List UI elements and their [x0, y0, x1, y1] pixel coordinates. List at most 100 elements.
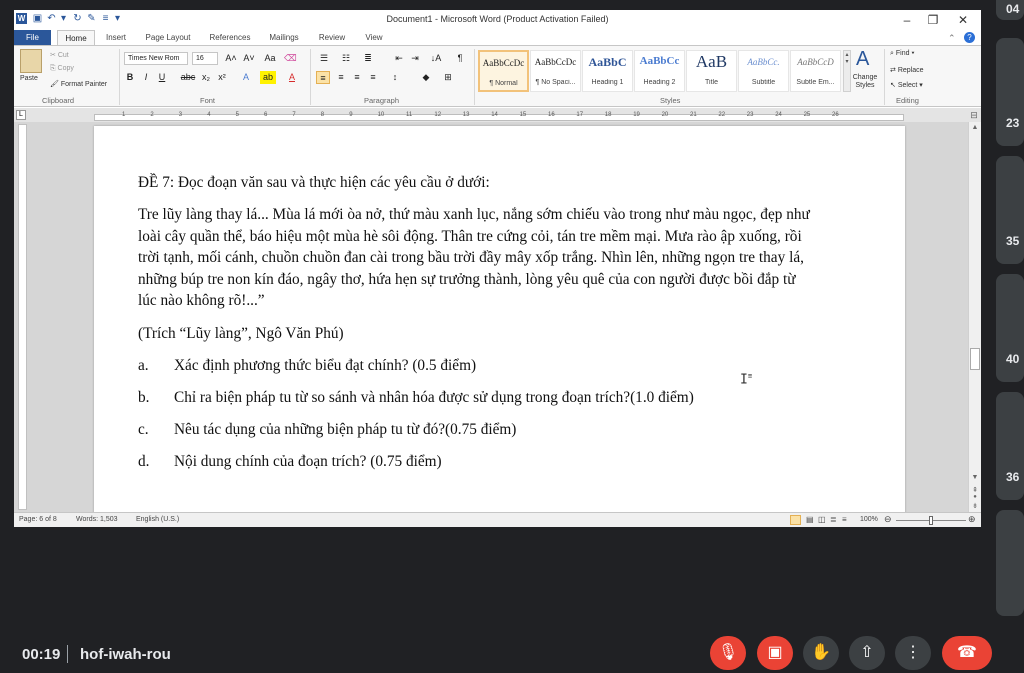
style-normal[interactable]: AaBbCcDc ¶ Normal: [478, 50, 529, 92]
clear-formatting-icon[interactable]: ⌫: [284, 52, 297, 65]
borders-icon[interactable]: ⊞: [440, 71, 456, 84]
tab-insert[interactable]: Insert: [100, 30, 132, 46]
highlight-button[interactable]: ab: [260, 71, 276, 84]
page-count[interactable]: Page: 6 of 8: [19, 516, 57, 523]
shrink-font-button[interactable]: A˅: [242, 52, 256, 65]
font-name-box[interactable]: Times New Rom: [124, 52, 188, 65]
camera-off-icon[interactable]: ▣: [757, 636, 793, 670]
sort-button[interactable]: ↓A: [428, 52, 444, 65]
line-spacing-icon[interactable]: ↕: [388, 71, 402, 84]
participant-tile[interactable]: 35: [996, 156, 1024, 264]
clipboard-icon[interactable]: [20, 49, 42, 73]
print-layout-view-icon[interactable]: [790, 515, 801, 525]
zoom-in-icon[interactable]: ⊕: [968, 514, 976, 525]
word-count[interactable]: Words: 1,503: [76, 516, 118, 523]
minimize-button[interactable]: –: [894, 12, 920, 28]
draft-view-icon[interactable]: ≡: [842, 515, 847, 524]
tab-file[interactable]: File: [14, 30, 51, 46]
justify-icon[interactable]: ≡: [366, 71, 380, 84]
style-subtle-emphasis[interactable]: AaBbCcD Subtle Em...: [790, 50, 841, 92]
find-button[interactable]: ⌕ Find ▾: [890, 50, 914, 58]
paste-button[interactable]: Paste: [20, 75, 38, 82]
decrease-indent-icon[interactable]: ⇤: [392, 52, 406, 65]
format-painter-button[interactable]: 🖌 Format Painter: [50, 80, 107, 88]
zoom-level[interactable]: 100%: [860, 516, 878, 523]
previous-page-icon[interactable]: ⇞: [970, 486, 980, 494]
more-options-icon[interactable]: ⋮: [895, 636, 931, 670]
ruler-number: 26: [832, 112, 839, 118]
cut-label: Cut: [57, 52, 69, 59]
show-marks-button[interactable]: ¶: [454, 52, 466, 65]
replace-button[interactable]: ⇄ Replace: [890, 66, 924, 74]
full-screen-view-icon[interactable]: ▤: [806, 515, 814, 524]
italic-button[interactable]: I: [140, 71, 152, 84]
style-heading-1[interactable]: AaBbC Heading 1: [582, 50, 633, 92]
question-text: Nội dung chính của đoạn trích? (0.75 điể…: [174, 453, 442, 470]
tab-review[interactable]: Review: [314, 30, 350, 46]
scroll-up-icon[interactable]: ▲: [970, 124, 980, 134]
restore-button[interactable]: ❐: [920, 12, 946, 28]
tile-label: 23: [1006, 116, 1020, 130]
copy-button[interactable]: ⎘ Copy: [50, 65, 74, 73]
change-styles-button[interactable]: Change Styles: [850, 74, 880, 90]
text-effects-icon[interactable]: A: [240, 71, 252, 84]
zoom-slider-thumb[interactable]: [929, 516, 933, 525]
raise-hand-icon[interactable]: ✋: [803, 636, 839, 670]
vertical-ruler: [18, 124, 27, 510]
tab-selector-icon[interactable]: L: [16, 110, 26, 120]
grow-font-button[interactable]: A˄: [224, 52, 238, 65]
participant-tile[interactable]: 23: [996, 38, 1024, 146]
change-case-button[interactable]: Aa: [262, 52, 278, 65]
participant-tile[interactable]: 04: [996, 0, 1024, 20]
numbering-icon[interactable]: ☷: [338, 52, 354, 65]
zoom-out-icon[interactable]: ⊖: [884, 514, 892, 525]
present-screen-icon[interactable]: ⇧: [849, 636, 885, 670]
participant-tile[interactable]: 36: [996, 392, 1024, 500]
select-button[interactable]: ↖ Select ▾: [890, 81, 923, 89]
align-center-icon[interactable]: ≡: [334, 71, 348, 84]
align-right-icon[interactable]: ≡: [350, 71, 364, 84]
leave-call-icon[interactable]: ☎: [942, 636, 992, 670]
browse-object-icon[interactable]: ●: [970, 494, 980, 502]
ruler-number: 24: [775, 112, 782, 118]
participant-tile[interactable]: 40: [996, 274, 1024, 382]
mic-off-icon[interactable]: 🎙: [710, 636, 746, 670]
cut-button[interactable]: ✂ Cut: [50, 51, 69, 59]
tab-mailings[interactable]: Mailings: [264, 30, 304, 46]
underline-button[interactable]: U: [156, 71, 168, 84]
tab-page-layout[interactable]: Page Layout: [140, 30, 196, 46]
font-color-button[interactable]: A: [286, 71, 298, 84]
style-no-spacing[interactable]: AaBbCcDc ¶ No Spaci...: [530, 50, 581, 92]
tab-home[interactable]: Home: [57, 30, 95, 46]
shading-icon[interactable]: ◆: [418, 71, 434, 84]
close-button[interactable]: ✕: [950, 12, 976, 28]
scroll-down-icon[interactable]: ▼: [970, 474, 980, 484]
language-indicator[interactable]: English (U.S.): [136, 516, 179, 523]
font-size-box[interactable]: 16: [192, 52, 218, 65]
next-page-icon[interactable]: ⇟: [970, 502, 980, 510]
tab-view[interactable]: View: [360, 30, 388, 46]
bold-button[interactable]: B: [124, 71, 136, 84]
change-styles-icon[interactable]: A: [856, 48, 869, 71]
increase-indent-icon[interactable]: ⇥: [408, 52, 422, 65]
tab-references[interactable]: References: [204, 30, 256, 46]
participant-tile[interactable]: [996, 510, 1024, 616]
bullets-icon[interactable]: ☰: [316, 52, 332, 65]
document-page[interactable]: ĐỀ 7: Đọc đoạn văn sau và thực hiện các …: [94, 126, 905, 518]
style-title[interactable]: AaB Title: [686, 50, 737, 92]
superscript-button[interactable]: x²: [216, 71, 228, 84]
view-ruler-icon[interactable]: ⊟: [968, 110, 980, 121]
scroll-thumb[interactable]: [970, 348, 980, 370]
help-icon[interactable]: ?: [964, 32, 975, 43]
web-layout-view-icon[interactable]: ◫: [818, 515, 826, 524]
outline-view-icon[interactable]: ≣: [830, 515, 837, 524]
subscript-button[interactable]: x₂: [200, 71, 212, 84]
minimize-ribbon-icon[interactable]: ⌃: [948, 33, 956, 44]
multilevel-list-icon[interactable]: ≣: [360, 52, 376, 65]
vertical-scrollbar[interactable]: ▲ ▼ ⇞ ● ⇟: [968, 122, 981, 512]
align-left-icon[interactable]: ≡: [316, 71, 330, 84]
style-subtitle[interactable]: AaBbCc. Subtitle: [738, 50, 789, 92]
format-painter-label: Format Painter: [60, 81, 108, 88]
style-heading-2[interactable]: AaBbCc Heading 2: [634, 50, 685, 92]
strikethrough-button[interactable]: abc: [180, 71, 196, 84]
